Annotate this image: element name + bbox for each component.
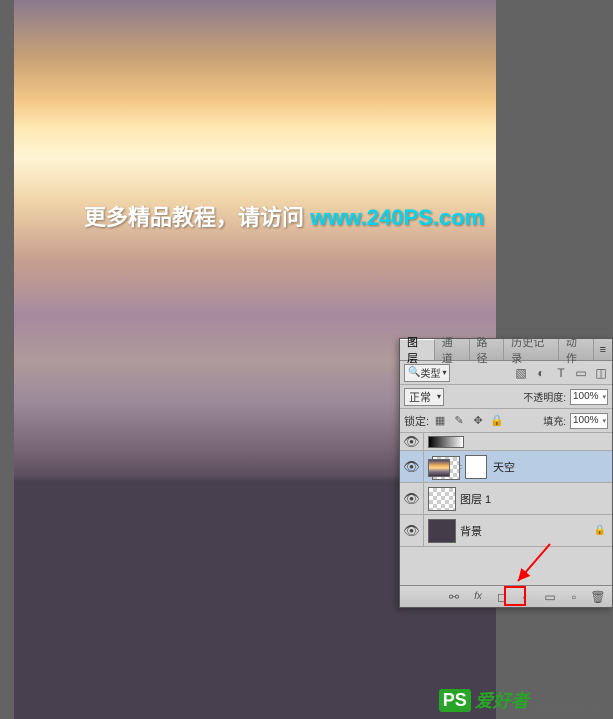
fill-value: 100% — [573, 415, 599, 426]
layer-row-layer1[interactable]: 👁 图层 1 — [400, 483, 612, 515]
tab-actions[interactable]: 动作 — [559, 339, 594, 360]
layer-filter-row: 🔍 类型 ▾ ▧ ◐ T ▭ ◫ — [400, 361, 612, 385]
lock-all-icon[interactable]: 🔒 — [490, 414, 504, 428]
filter-text-icon[interactable]: T — [554, 366, 568, 380]
layer-thumb-sky — [428, 459, 450, 477]
layer-row-sky[interactable]: 👁 ⫘ 天空 — [400, 451, 612, 483]
opacity-input[interactable]: 100% ▾ — [570, 389, 608, 405]
new-layer-icon[interactable]: ▫ — [566, 589, 582, 605]
brand-domain: www.psahz.com — [535, 702, 607, 713]
layer-row-partial[interactable]: 👁 — [400, 433, 612, 451]
chevron-down-icon: ▾ — [602, 393, 606, 401]
tab-channels[interactable]: 通道 — [435, 339, 470, 360]
watermark-url: www.240PS.com — [310, 205, 484, 230]
layer-fx-icon[interactable]: fx — [470, 589, 486, 605]
layers-list: 👁 👁 ⫘ 天空 👁 图层 1 👁 背景 🔒 — [400, 433, 612, 581]
layer-thumb-gradient — [428, 436, 464, 448]
brand-logo: PS — [439, 689, 471, 712]
layers-panel: 图层 通道 路径 历史记录 动作 ≡ 🔍 类型 ▾ ▧ ◐ T ▭ ◫ 正常 ▾… — [399, 338, 613, 608]
chevron-down-icon: ▾ — [602, 417, 606, 425]
filter-kind-dropdown[interactable]: 🔍 类型 ▾ — [404, 364, 450, 382]
layer-mask-thumb[interactable] — [465, 455, 487, 479]
panel-menu-icon[interactable]: ≡ — [594, 344, 612, 356]
canvas-watermark: 更多精品教程，请访问 www.240PS.com — [84, 200, 484, 232]
watermark-text: 更多精品教程，请访问 — [84, 205, 310, 230]
tab-layers[interactable]: 图层 — [400, 339, 435, 360]
brand-watermark: PS 爱好者 www.psahz.com — [439, 687, 607, 713]
search-icon: 🔍 — [408, 367, 420, 378]
layer-row-background[interactable]: 👁 背景 🔒 — [400, 515, 612, 547]
chevron-down-icon: ▾ — [442, 368, 446, 377]
delete-layer-icon[interactable]: 🗑 — [590, 589, 606, 605]
filter-kind-label: 类型 — [420, 365, 440, 380]
blend-mode-dropdown[interactable]: 正常 ▾ — [404, 388, 444, 406]
panel-tabs: 图层 通道 路径 历史记录 动作 ≡ — [400, 339, 612, 361]
layer-name: 背景 — [460, 523, 482, 539]
layer-name: 图层 1 — [460, 491, 491, 507]
blend-mode-value: 正常 — [409, 389, 431, 405]
layer-thumb-background — [428, 519, 456, 543]
brand-name: 爱好者 — [475, 687, 529, 713]
chevron-down-icon: ▾ — [437, 392, 441, 401]
lock-transparent-icon[interactable]: ▦ — [433, 414, 447, 428]
visibility-toggle[interactable]: 👁 — [400, 483, 424, 514]
filter-pixel-icon[interactable]: ▧ — [514, 366, 528, 380]
opacity-value: 100% — [573, 391, 599, 402]
blend-row: 正常 ▾ 不透明度: 100% ▾ — [400, 385, 612, 409]
lock-position-icon[interactable]: ✥ — [471, 414, 485, 428]
filter-smart-icon[interactable]: ◫ — [594, 366, 608, 380]
tab-history[interactable]: 历史记录 — [504, 339, 559, 360]
link-layers-icon[interactable]: ⚯ — [446, 589, 462, 605]
layer-name: 天空 — [493, 459, 515, 475]
filter-adjust-icon[interactable]: ◐ — [534, 366, 548, 380]
opacity-label: 不透明度: — [523, 389, 566, 404]
fill-label: 填充: — [543, 413, 566, 428]
filter-shape-icon[interactable]: ▭ — [574, 366, 588, 380]
visibility-toggle[interactable]: 👁 — [400, 451, 424, 482]
lock-label: 锁定: — [404, 413, 429, 429]
annotation-highlight — [504, 586, 526, 606]
visibility-toggle[interactable]: 👁 — [400, 433, 424, 450]
tab-paths[interactable]: 路径 — [470, 339, 505, 360]
lock-brush-icon[interactable]: ✎ — [452, 414, 466, 428]
new-group-icon[interactable]: ▭ — [542, 589, 558, 605]
layer-thumb-transparent — [428, 487, 456, 511]
lock-row: 锁定: ▦ ✎ ✥ 🔒 填充: 100% ▾ — [400, 409, 612, 433]
visibility-toggle[interactable]: 👁 — [400, 515, 424, 546]
fill-input[interactable]: 100% ▾ — [570, 413, 608, 429]
lock-icon: 🔒 — [594, 525, 606, 536]
